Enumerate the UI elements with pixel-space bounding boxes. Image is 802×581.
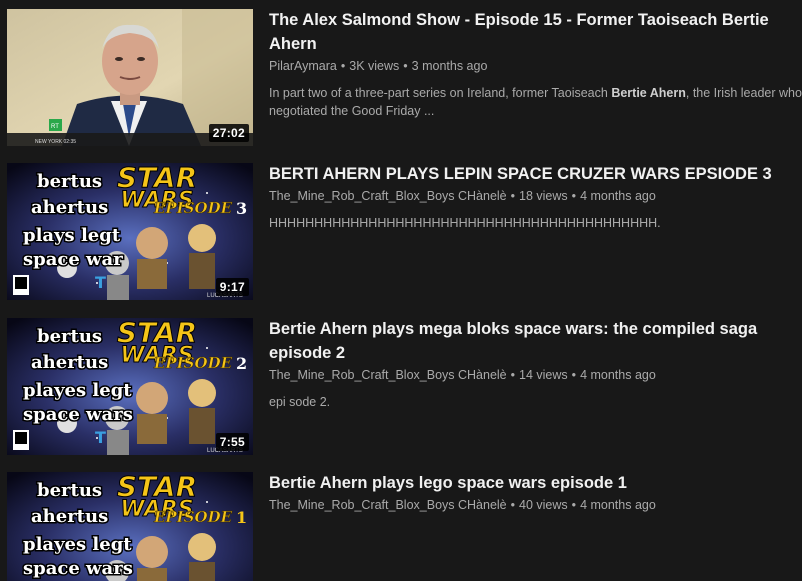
thumb-episode-text: EPISODE xyxy=(153,199,233,217)
video-thumbnail[interactable]: STAR WARS EPISODE 2 bertus ahertus playe… xyxy=(7,318,253,455)
thumb-overlay-text: space wars xyxy=(23,558,133,579)
video-title[interactable]: Bertie Ahern plays mega bloks space wars… xyxy=(269,317,774,365)
svg-text:NEW YORK 02:35: NEW YORK 02:35 xyxy=(35,139,76,145)
search-results-list: RT NEW YORK 02:35 27:02 The Alex Salmond… xyxy=(0,0,802,581)
video-title[interactable]: The Alex Salmond Show - Episode 15 - For… xyxy=(269,8,774,56)
channel-name[interactable]: The_Mine_Rob_Craft_Blox_Boys CHànelè xyxy=(269,368,507,382)
svg-text:T: T xyxy=(95,273,106,292)
video-description: HHHHHHHHHHHHHHHHHHHHHHHHHHHHHHHHHHHHHHHH… xyxy=(269,216,661,230)
channel-name[interactable]: The_Mine_Rob_Craft_Blox_Boys CHànelè xyxy=(269,498,507,512)
thumb-overlay-text: space war xyxy=(23,249,123,270)
video-thumbnail[interactable]: RT NEW YORK 02:35 27:02 xyxy=(7,9,253,146)
video-thumbnail[interactable]: STAR WARS EPISODE 1 bertus ahertus playe… xyxy=(7,472,253,581)
view-count: 40 views xyxy=(519,498,568,512)
meta-separator: • xyxy=(510,368,516,382)
video-description: In part two of a three-part series on Ir… xyxy=(269,84,802,120)
video-thumbnail[interactable]: STAR WARS EPISODE 3 bertus ahertus plays… xyxy=(7,163,253,300)
video-duration-badge: 9:17 xyxy=(215,278,249,296)
view-count: 14 views xyxy=(519,368,568,382)
video-result-item[interactable]: STAR WARS EPISODE 1 bertus ahertus playe… xyxy=(0,463,802,581)
meta-separator: • xyxy=(510,189,516,203)
thumb-overlay-text: playes legt xyxy=(23,380,132,401)
video-meta: The_Mine_Rob_Craft_Blox_Boys CHànelè • 40 … xyxy=(269,496,802,514)
video-title[interactable]: BERTI AHERN PLAYS LEPIN SPACE CRUZER WAR… xyxy=(269,162,774,186)
video-description: epi sode 2. xyxy=(269,395,331,409)
thumb-overlay-text: ahertus xyxy=(31,197,108,218)
thumbnail-image: STAR WARS EPISODE 1 bertus ahertus playe… xyxy=(7,472,253,581)
svg-text:RT: RT xyxy=(51,124,59,130)
meta-separator: • xyxy=(571,498,577,512)
video-duration-badge: 7:55 xyxy=(215,433,249,451)
thumb-overlay-text: bertus xyxy=(37,480,102,501)
thumb-episode-number: 3 xyxy=(236,199,247,218)
meta-separator: • xyxy=(403,59,408,73)
thumb-episode-text: EPISODE xyxy=(153,508,233,526)
thumb-overlay-text: bertus xyxy=(37,171,102,192)
channel-name[interactable]: The_Mine_Rob_Craft_Blox_Boys CHànelè xyxy=(269,189,507,203)
video-meta: The_Mine_Rob_Craft_Blox_Boys CHànelè • 18 … xyxy=(269,187,802,205)
description-text: negotiated the Good Friday ... xyxy=(269,104,435,118)
thumb-episode-text: EPISODE xyxy=(153,354,233,372)
video-info: Bertie Ahern plays mega bloks space wars… xyxy=(269,317,802,411)
thumb-overlay-text: ahertus xyxy=(31,352,108,373)
description-text: In part two of a three-part series on Ir… xyxy=(269,86,612,100)
video-result-item[interactable]: STAR WARS EPISODE 3 bertus ahertus plays… xyxy=(0,154,802,300)
thumb-episode-number: 1 xyxy=(236,508,247,527)
thumb-overlay-text: ahertus xyxy=(31,506,108,527)
channel-name[interactable]: PilarAymara xyxy=(269,59,337,73)
video-info: Bertie Ahern plays lego space wars episo… xyxy=(269,471,802,514)
thumb-overlay-text: bertus xyxy=(37,326,102,347)
meta-separator: • xyxy=(571,368,577,382)
description-text: , the Irish leader who xyxy=(685,86,802,100)
thumb-overlay-text: playes legt xyxy=(23,534,132,555)
svg-text:T: T xyxy=(95,428,106,447)
video-result-item[interactable]: STAR WARS EPISODE 2 bertus ahertus playe… xyxy=(0,309,802,455)
thumb-episode-number: 2 xyxy=(236,354,247,373)
view-count: 3K views xyxy=(349,59,400,73)
video-info: The Alex Salmond Show - Episode 15 - For… xyxy=(269,8,802,120)
video-duration-badge: 27:02 xyxy=(208,124,249,142)
view-count: 18 views xyxy=(519,189,568,203)
video-meta: The_Mine_Rob_Craft_Blox_Boys CHànelè • 14 … xyxy=(269,366,802,384)
upload-age: 4 months ago xyxy=(580,498,656,512)
thumb-overlay-text: space wars xyxy=(23,404,133,425)
upload-age: 4 months ago xyxy=(580,368,656,382)
video-meta: PilarAymara • 3K views • 3 months ago xyxy=(269,57,802,75)
video-title[interactable]: Bertie Ahern plays lego space wars episo… xyxy=(269,471,774,495)
meta-separator: • xyxy=(510,498,516,512)
upload-age: 3 months ago xyxy=(411,59,488,73)
video-info: BERTI AHERN PLAYS LEPIN SPACE CRUZER WAR… xyxy=(269,162,802,232)
description-highlight: Bertie Ahern xyxy=(611,86,686,100)
upload-age: 4 months ago xyxy=(580,189,656,203)
thumb-overlay-text: plays legt xyxy=(23,225,121,246)
meta-separator: • xyxy=(340,59,346,73)
meta-separator: • xyxy=(571,189,577,203)
video-result-item[interactable]: RT NEW YORK 02:35 27:02 The Alex Salmond… xyxy=(0,0,802,146)
